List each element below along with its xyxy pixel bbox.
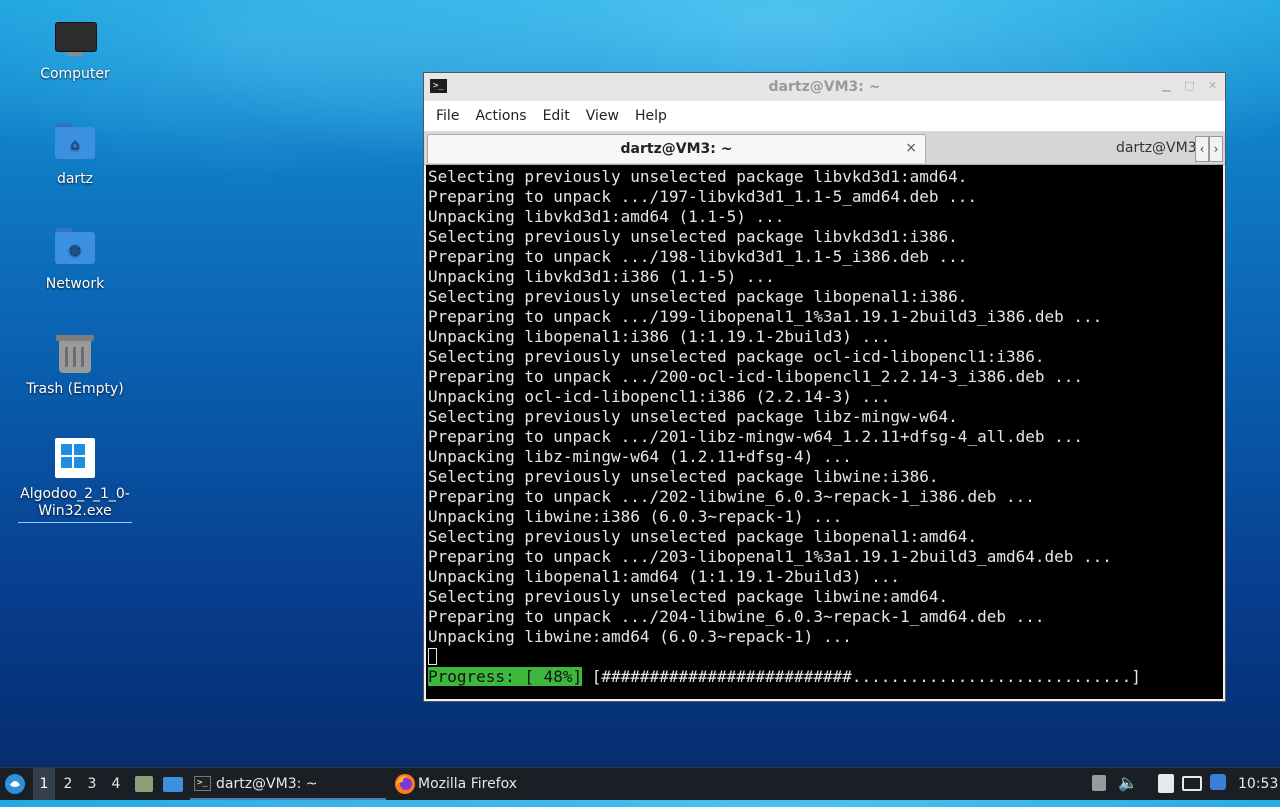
- terminal-line: Selecting previously unselected package …: [428, 467, 939, 486]
- terminal-line: Preparing to unpack .../203-libopenal1_1…: [428, 547, 1112, 566]
- terminal-text: Selecting previously unselected package …: [426, 165, 1223, 687]
- workspace-3[interactable]: 3: [81, 768, 103, 800]
- file-manager-icon: [135, 776, 153, 792]
- computer-icon: [53, 16, 97, 60]
- terminal-line: Selecting previously unselected package …: [428, 167, 968, 186]
- taskbar-button-terminal[interactable]: >_ dartz@VM3: ~: [190, 768, 386, 800]
- terminal-line: Unpacking libvkd3d1:amd64 (1.1-5) ...: [428, 207, 785, 226]
- desktop-icon-label: Trash (Empty): [26, 381, 124, 397]
- volume-icon[interactable]: 🔈: [1118, 773, 1138, 793]
- desktop-icon-label: Network: [45, 276, 105, 292]
- tab-scroll-right-icon[interactable]: ›: [1209, 136, 1223, 162]
- update-notifier-icon[interactable]: [1210, 774, 1226, 790]
- menu-actions[interactable]: Actions: [467, 101, 534, 131]
- home-folder-icon: ⌂: [53, 121, 97, 165]
- terminal-window[interactable]: >_ dartz@VM3: ~ ▁ □ ✕ File Actions Edit …: [423, 72, 1226, 702]
- clipboard-icon[interactable]: [1158, 774, 1174, 793]
- desktop-icon-algodoo-exe[interactable]: Algodoo_2_1_0- Win32.exe: [18, 436, 132, 523]
- menubar: File Actions Edit View Help: [424, 101, 1225, 132]
- taskbar-button-label: Mozilla Firefox: [418, 776, 518, 792]
- desktop-icon-label: Algodoo_2_1_0- Win32.exe: [18, 486, 132, 523]
- terminal-line: Preparing to unpack .../200-ocl-icd-libo…: [428, 367, 1084, 386]
- start-menu-button[interactable]: [4, 768, 30, 800]
- menu-file[interactable]: File: [428, 101, 467, 131]
- terminal-line: Unpacking libopenal1:i386 (1:1.19.1-2bui…: [428, 327, 891, 346]
- taskbar-button-firefox[interactable]: Mozilla Firefox: [392, 768, 618, 800]
- terminal-line: Unpacking libwine:i386 (6.0.3~repack-1) …: [428, 507, 843, 526]
- terminal-line: Selecting previously unselected package …: [428, 407, 958, 426]
- lubuntu-logo-icon: [5, 774, 25, 794]
- terminal-line: Preparing to unpack .../204-libwine_6.0.…: [428, 607, 1045, 626]
- terminal-prompt-line: [428, 647, 1223, 667]
- terminal-output[interactable]: Selecting previously unselected package …: [426, 165, 1223, 699]
- trash-icon: [53, 331, 97, 375]
- terminal-line: Selecting previously unselected package …: [428, 587, 949, 606]
- workspace-1[interactable]: 1: [33, 768, 55, 800]
- terminal-line: Selecting previously unselected package …: [428, 287, 968, 306]
- tray-expand-icon[interactable]: [1092, 775, 1106, 791]
- terminal-line: Unpacking libwine:amd64 (6.0.3~repack-1)…: [428, 627, 852, 646]
- desktop-icon-computer[interactable]: Computer: [18, 16, 132, 83]
- menu-edit[interactable]: Edit: [535, 101, 578, 131]
- desktop-icon-network[interactable]: ◍ Network: [18, 226, 132, 293]
- terminal-line: Unpacking libz-mingw-w64 (1.2.11+dfsg-4)…: [428, 447, 852, 466]
- terminal-line: Preparing to unpack .../199-libopenal1_1…: [428, 307, 1103, 326]
- tab-scroll-left-icon[interactable]: ‹: [1195, 136, 1209, 162]
- windows-executable-icon: [53, 436, 97, 480]
- terminal-line: Preparing to unpack .../201-libz-mingw-w…: [428, 427, 1084, 446]
- window-titlebar[interactable]: >_ dartz@VM3: ~ ▁ □ ✕: [424, 73, 1225, 101]
- tab-bar: dartz@VM3: ~ × dartz@VM3: ~ ‹ ›: [424, 132, 1225, 165]
- desktop-icon: [163, 777, 183, 792]
- terminal-line: Selecting previously unselected package …: [428, 527, 978, 546]
- menu-view[interactable]: View: [578, 101, 627, 131]
- terminal-line: Selecting previously unselected package …: [428, 347, 1045, 366]
- progress-label: Progress: [ 48%]: [428, 667, 583, 686]
- maximize-icon[interactable]: □: [1183, 79, 1196, 92]
- terminal-line: Preparing to unpack .../197-libvkd3d1_1.…: [428, 187, 978, 206]
- terminal-line: Preparing to unpack .../198-libvkd3d1_1.…: [428, 247, 968, 266]
- network-status-icon[interactable]: [1182, 776, 1202, 791]
- file-manager-launcher[interactable]: [134, 768, 154, 800]
- firefox-icon: [395, 774, 415, 794]
- progress-line: Progress: [ 48%] [######################…: [428, 667, 1223, 687]
- minimize-icon[interactable]: ▁: [1160, 79, 1173, 92]
- tab-terminal-1[interactable]: dartz@VM3: ~ ×: [427, 134, 926, 163]
- tab-close-icon[interactable]: ×: [905, 135, 917, 161]
- show-desktop-button[interactable]: [162, 768, 184, 800]
- terminal-line: Preparing to unpack .../202-libwine_6.0.…: [428, 487, 1035, 506]
- taskbar-button-label: dartz@VM3: ~: [216, 776, 318, 792]
- terminal-icon: >_: [194, 776, 211, 791]
- window-title: dartz@VM3: ~: [768, 79, 881, 95]
- terminal-line: Unpacking libopenal1:amd64 (1:1.19.1-2bu…: [428, 567, 901, 586]
- terminal-line: Unpacking ocl-icd-libopencl1:i386 (2.2.1…: [428, 387, 891, 406]
- tab-label: dartz@VM3: ~: [620, 141, 733, 157]
- clock[interactable]: 10:53: [1238, 768, 1278, 800]
- terminal-line: Unpacking libvkd3d1:i386 (1.1-5) ...: [428, 267, 775, 286]
- desktop-icon-label: Computer: [40, 66, 110, 82]
- terminal-line: Selecting previously unselected package …: [428, 227, 958, 246]
- workspace-4[interactable]: 4: [105, 768, 127, 800]
- desktop-icon-label: dartz: [56, 171, 94, 187]
- desktop-icon-home[interactable]: ⌂ dartz: [18, 121, 132, 188]
- desktop-icon-trash[interactable]: Trash (Empty): [18, 331, 132, 398]
- taskbar: 1 2 3 4 >_ dartz@VM3: ~ Mozilla Firefox …: [0, 767, 1280, 800]
- network-folder-icon: ◍: [53, 226, 97, 270]
- menu-help[interactable]: Help: [627, 101, 675, 131]
- tab-terminal-2[interactable]: dartz@VM3: ~: [930, 134, 1225, 162]
- terminal-cursor: [428, 648, 437, 665]
- close-icon[interactable]: ✕: [1206, 79, 1219, 92]
- progress-bar: [##########################.............…: [582, 667, 1141, 686]
- workspace-2[interactable]: 2: [57, 768, 79, 800]
